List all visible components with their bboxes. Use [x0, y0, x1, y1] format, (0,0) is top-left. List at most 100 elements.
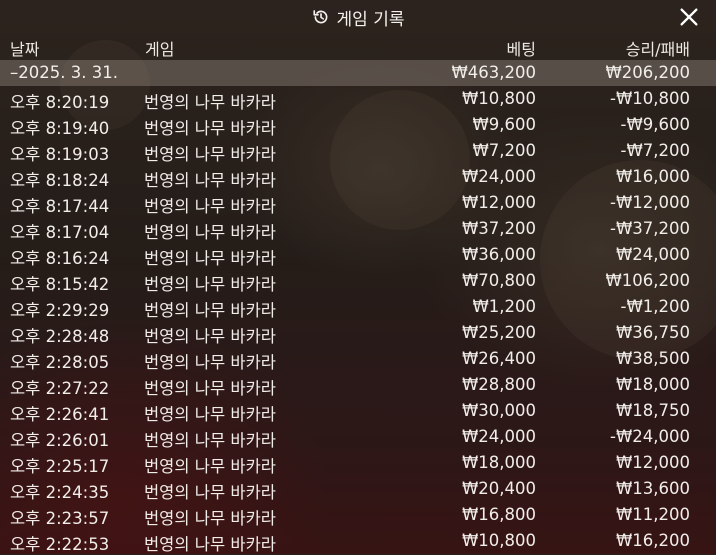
row-bet: ₩30,000 — [461, 401, 536, 420]
history-icon — [312, 10, 327, 24]
row-game: 번영의 나무 바카라 — [144, 353, 276, 372]
row-result: -₩10,800 — [609, 89, 690, 108]
row-result: -₩12,000 — [609, 193, 690, 212]
row-bet: ₩12,000 — [461, 193, 536, 212]
column-header-result: 승리/패배 — [625, 40, 690, 59]
row-bet: ₩7,200 — [472, 141, 536, 160]
history-row[interactable]: 오후 2:25:17 번영의 나무 바카라 ₩18,000 ₩12,000 — [0, 450, 716, 476]
history-row[interactable]: 오후 2:28:48 번영의 나무 바카라 ₩25,200 ₩36,750 — [0, 320, 716, 346]
row-game: 번영의 나무 바카라 — [144, 509, 276, 528]
row-date: 오후 8:16:24 — [10, 249, 110, 268]
row-date: 오후 2:22:53 — [10, 535, 110, 554]
row-bet: ₩20,400 — [461, 479, 536, 498]
history-row[interactable]: 오후 2:23:57 번영의 나무 바카라 ₩16,800 ₩11,200 — [0, 502, 716, 528]
history-row[interactable]: 오후 2:26:01 번영의 나무 바카라 ₩24,000 -₩24,000 — [0, 424, 716, 450]
history-row[interactable]: 오후 8:19:40 번영의 나무 바카라 ₩9,600 -₩9,600 — [0, 112, 716, 138]
history-row[interactable]: 오후 8:17:04 번영의 나무 바카라 ₩37,200 -₩37,200 — [0, 216, 716, 242]
row-game: 번영의 나무 바카라 — [144, 119, 276, 138]
history-row[interactable]: 오후 8:17:44 번영의 나무 바카라 ₩12,000 -₩12,000 — [0, 190, 716, 216]
row-result: ₩18,000 — [615, 375, 690, 394]
row-date: 오후 2:28:05 — [10, 353, 110, 372]
row-result: ₩11,200 — [615, 505, 690, 524]
column-header-bet: 베팅 — [506, 40, 536, 59]
row-bet: ₩25,200 — [461, 323, 536, 342]
row-date: 오후 8:18:24 — [10, 171, 110, 190]
row-game: 번영의 나무 바카라 — [144, 171, 276, 190]
row-date: 오후 8:17:04 — [10, 223, 110, 242]
history-row[interactable]: 오후 2:22:53 번영의 나무 바카라 ₩10,800 ₩16,200 — [0, 528, 716, 554]
row-date: 오후 8:19:03 — [10, 145, 110, 164]
history-row[interactable]: 오후 2:24:35 번영의 나무 바카라 ₩20,400 ₩13,600 — [0, 476, 716, 502]
close-icon[interactable] — [678, 6, 700, 28]
row-game: 번영의 나무 바카라 — [144, 483, 276, 502]
row-game: 번영의 나무 바카라 — [144, 379, 276, 398]
row-date: 오후 8:20:19 — [10, 93, 110, 112]
row-date: 오후 2:23:57 — [10, 509, 110, 528]
history-row[interactable]: 오후 2:26:41 번영의 나무 바카라 ₩30,000 ₩18,750 — [0, 398, 716, 424]
table-header: 날짜 게임 베팅 승리/패배 — [0, 34, 716, 60]
history-row[interactable]: 오후 8:15:42 번영의 나무 바카라 ₩70,800 ₩106,200 — [0, 268, 716, 294]
row-result: ₩16,200 — [615, 531, 690, 550]
row-result: -₩37,200 — [609, 219, 690, 238]
row-game: 번영의 나무 바카라 — [144, 327, 276, 346]
row-bet: ₩26,400 — [461, 349, 536, 368]
row-result: -₩1,200 — [620, 297, 690, 316]
column-header-game: 게임 — [145, 40, 175, 59]
row-result: ₩36,750 — [615, 323, 690, 342]
row-bet: ₩36,000 — [461, 245, 536, 264]
row-game: 번영의 나무 바카라 — [144, 249, 276, 268]
row-bet: ₩18,000 — [461, 453, 536, 472]
row-game: 번영의 나무 바카라 — [144, 275, 276, 294]
date-summary-row[interactable]: –2025. 3. 31. ₩463,200 ₩206,200 — [0, 60, 716, 86]
row-date: 오후 2:27:22 — [10, 379, 110, 398]
row-result: ₩13,600 — [615, 479, 690, 498]
history-row[interactable]: 오후 2:27:22 번영의 나무 바카라 ₩28,800 ₩18,000 — [0, 372, 716, 398]
row-date: 오후 8:15:42 — [10, 275, 110, 294]
row-date: 오후 2:25:17 — [10, 457, 110, 476]
row-bet: ₩70,800 — [461, 271, 536, 290]
row-result: -₩9,600 — [620, 115, 690, 134]
row-date: 오후 2:28:48 — [10, 327, 110, 346]
row-result: ₩16,000 — [615, 167, 690, 186]
row-date: 오후 2:24:35 — [10, 483, 110, 502]
row-date: 오후 8:19:40 — [10, 119, 110, 138]
row-date: 오후 2:26:01 — [10, 431, 110, 450]
row-game: 번영의 나무 바카라 — [144, 93, 276, 112]
row-bet: ₩9,600 — [472, 115, 536, 134]
row-result: ₩106,200 — [605, 271, 690, 290]
summary-result: ₩206,200 — [605, 63, 690, 82]
history-row[interactable]: 오후 2:29:29 번영의 나무 바카라 ₩1,200 -₩1,200 — [0, 294, 716, 320]
history-row[interactable]: 오후 8:20:19 번영의 나무 바카라 ₩10,800 -₩10,800 — [0, 86, 716, 112]
history-row[interactable]: 오후 8:18:24 번영의 나무 바카라 ₩24,000 ₩16,000 — [0, 164, 716, 190]
row-result: ₩12,000 — [615, 453, 690, 472]
row-game: 번영의 나무 바카라 — [144, 197, 276, 216]
row-date: 오후 2:26:41 — [10, 405, 110, 424]
summary-bet: ₩463,200 — [451, 63, 536, 82]
row-game: 번영의 나무 바카라 — [144, 223, 276, 242]
history-list[interactable]: –2025. 3. 31. ₩463,200 ₩206,200 오후 8:20:… — [0, 60, 716, 554]
row-game: 번영의 나무 바카라 — [144, 145, 276, 164]
row-game: 번영의 나무 바카라 — [144, 431, 276, 450]
row-game: 번영의 나무 바카라 — [144, 457, 276, 476]
row-bet: ₩28,800 — [461, 375, 536, 394]
row-game: 번영의 나무 바카라 — [144, 535, 276, 554]
row-result: ₩38,500 — [615, 349, 690, 368]
row-bet: ₩1,200 — [472, 297, 536, 316]
row-bet: ₩10,800 — [461, 531, 536, 550]
history-row[interactable]: 오후 2:28:05 번영의 나무 바카라 ₩26,400 ₩38,500 — [0, 346, 716, 372]
row-date: 오후 8:17:44 — [10, 197, 110, 216]
panel-titlebar: 게임 기록 — [0, 0, 716, 34]
row-bet: ₩24,000 — [461, 167, 536, 186]
row-bet: ₩37,200 — [461, 219, 536, 238]
row-bet: ₩16,800 — [461, 505, 536, 524]
row-result: ₩18,750 — [615, 401, 690, 420]
column-header-date: 날짜 — [10, 40, 40, 59]
summary-date: –2025. 3. 31. — [10, 63, 118, 82]
history-row[interactable]: 오후 8:19:03 번영의 나무 바카라 ₩7,200 -₩7,200 — [0, 138, 716, 164]
row-date: 오후 2:29:29 — [10, 301, 110, 320]
row-result: -₩24,000 — [609, 427, 690, 446]
row-game: 번영의 나무 바카라 — [144, 405, 276, 424]
history-row[interactable]: 오후 8:16:24 번영의 나무 바카라 ₩36,000 ₩24,000 — [0, 242, 716, 268]
row-result: ₩24,000 — [615, 245, 690, 264]
panel-title: 게임 기록 — [336, 9, 405, 30]
